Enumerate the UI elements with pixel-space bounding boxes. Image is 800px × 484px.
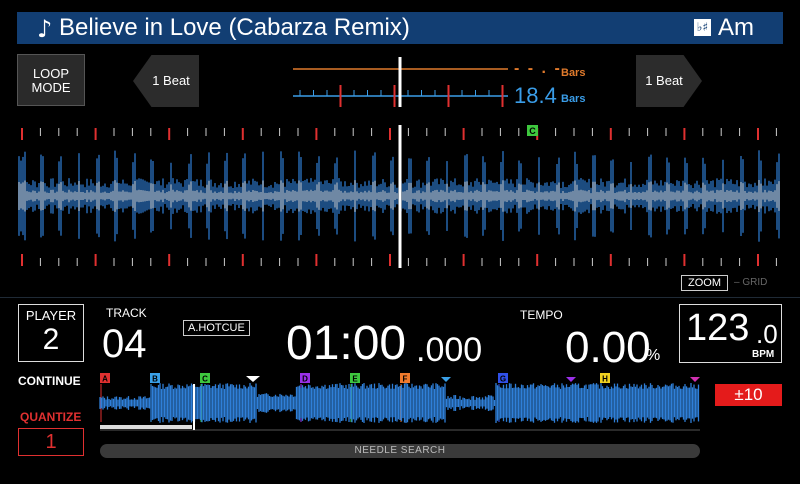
played-position-bar — [100, 425, 192, 429]
zoomed-waveform[interactable]: C — [17, 120, 783, 272]
memory-point-icon — [566, 377, 576, 382]
tempo-value: 0.00 — [565, 323, 651, 372]
key-icon: ♭♯ — [694, 19, 711, 36]
bpm-decimal: .0 — [756, 319, 778, 349]
hot-cue-d-letter: D — [302, 375, 308, 384]
bpm-value: 123 — [686, 307, 750, 349]
tempo-range-badge[interactable]: ±10 — [715, 384, 782, 406]
beat-jump-forward-button[interactable]: 1 Beat — [636, 55, 702, 107]
player-indicator: PLAYER 2 — [18, 304, 84, 362]
music-note-icon: ♪ — [37, 15, 53, 43]
loop-mode-button[interactable]: LOOP MODE — [17, 54, 85, 106]
key-value: Am — [718, 14, 754, 41]
hot-cue-f-letter: F — [403, 375, 408, 384]
hot-cue-e-letter: E — [352, 375, 358, 384]
beat-jump-back-button[interactable]: 1 Beat — [133, 55, 199, 107]
hot-cue-a-letter: A — [102, 375, 108, 384]
overview-waveform-bars — [99, 383, 700, 423]
needle-search-bar[interactable]: NEEDLE SEARCH — [100, 444, 700, 458]
bar-meter — [293, 57, 508, 107]
track-number: 04 — [102, 322, 147, 366]
continue-indicator: CONTINUE — [18, 374, 81, 388]
player-number: 2 — [42, 323, 60, 356]
bars-unit-bottom: Bars — [561, 93, 586, 105]
player-label: PLAYER — [25, 308, 77, 323]
bpm-display: 123 .0 BPM — [679, 304, 782, 363]
grid-label: GRID — [742, 277, 768, 288]
hot-cue-c-letter: C — [202, 375, 208, 384]
elapsed-time-ms: .000 — [416, 331, 483, 369]
auto-hotcue-badge: A.HOTCUE — [183, 320, 250, 336]
memory-point-icon — [441, 377, 451, 382]
bpm-unit: BPM — [752, 349, 775, 360]
track-label: TRACK — [106, 306, 147, 320]
overview-waveform[interactable]: A B C D E F G H — [96, 370, 708, 432]
hot-cue-h-letter: H — [602, 375, 608, 384]
track-title: Believe in Love (Cabarza Remix) — [59, 14, 410, 41]
elapsed-time: 01:00 — [286, 317, 407, 370]
hot-cue-g-letter: G — [500, 375, 506, 384]
zoom-button[interactable]: ZOOM — [681, 275, 728, 291]
section-divider — [0, 297, 800, 298]
bars-unit-top: Bars — [561, 67, 586, 79]
quantize-value[interactable]: 1 — [18, 428, 84, 456]
quantize-label: QUANTIZE — [20, 410, 82, 424]
hot-cue-b-letter: B — [152, 375, 158, 384]
bars-remaining-bottom: 18.4 — [514, 83, 557, 108]
tempo-label: TEMPO — [520, 308, 563, 322]
grid-button[interactable]: – GRID — [734, 277, 767, 288]
svg-text:C: C — [529, 126, 536, 136]
bars-remaining-top: - - . - — [514, 60, 562, 77]
tempo-unit: % — [646, 347, 661, 364]
memory-point-icon — [246, 376, 260, 382]
title-bar: ♪ Believe in Love (Cabarza Remix) ♭♯ Am — [17, 12, 783, 44]
memory-point-icon — [690, 377, 700, 382]
